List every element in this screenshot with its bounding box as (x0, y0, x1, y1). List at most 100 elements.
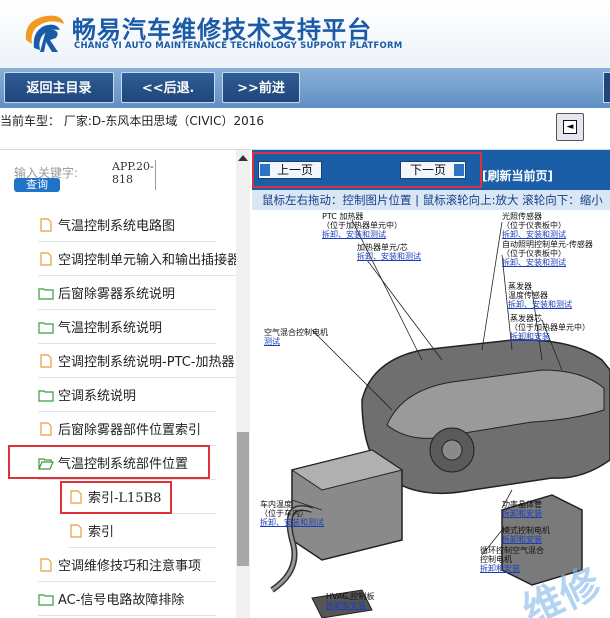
callout-sub: （位于加热器单元中） (322, 221, 402, 230)
tree-item-label: 后窗除雾器系统说明 (58, 287, 176, 302)
callout-title: 功率晶体管 (502, 500, 542, 509)
document-viewer: 上一页 下一页 [刷新当前页] 鼠标左右拖动：控制图片位置 | 鼠标滚轮向上:放… (252, 150, 610, 618)
folder-icon (38, 593, 54, 606)
callout-link[interactable]: 拆卸和安装 (480, 564, 544, 573)
app-subtitle: CHANG YI AUTO MAINTENANCE TECHNOLOGY SUP… (74, 41, 403, 51)
hint-bar: 鼠标左右拖动：控制图片位置 | 鼠标滚轮向上:放大 滚轮向下：缩小 (252, 190, 610, 210)
callout-link[interactable]: 拆卸、安装和测试 (322, 230, 402, 239)
callout-link[interactable]: 拆卸、安装和测试 (502, 258, 593, 267)
callout-link[interactable]: 拆卸和安装 (510, 332, 590, 341)
callout-cabin-temp[interactable]: 车内温度 （位于车内） 拆卸、安装和测试 (260, 500, 324, 527)
callout-title: 自动照明控制单元-传感器 (502, 240, 593, 249)
search-button[interactable]: 查询 (14, 178, 60, 192)
car-model-label: 当前车型： 厂家:D-东风本田思域（CIVIC）2016 (0, 114, 265, 128)
callout-sub: （位于仪表板中） (502, 221, 566, 230)
callout-heater-core[interactable]: 加热器单元/芯 拆卸、安装和测试 (357, 243, 421, 261)
toggle-button[interactable]: ◄ (556, 113, 584, 141)
callout-sub: 温度传感器 (508, 291, 548, 300)
callout-mode-motor[interactable]: 模式控制电机 拆卸和安装 (502, 526, 550, 544)
toggle-icon: ◄ (563, 120, 577, 134)
callout-title: 车内温度 (260, 500, 292, 509)
highlight-pager (252, 152, 482, 188)
callout-hvac-panel[interactable]: HVAC 控制板 拆卸和安装 (326, 592, 374, 610)
nav-bar: 返回主目录 <<后退. >>前进 (0, 68, 610, 108)
document-icon (40, 557, 52, 572)
callout-link[interactable]: 拆卸和安装 (502, 509, 542, 518)
tree-item-label: 气温控制系统电路图 (58, 219, 176, 234)
tree-item-label: 气温控制系统说明 (58, 321, 163, 336)
folder-icon (38, 287, 54, 300)
back-button[interactable]: <<后退. (121, 72, 215, 103)
logo-icon (25, 15, 64, 52)
callout-evaporator-core[interactable]: 蒸发器芯 （位于加热器单元中） 拆卸和安装 (510, 314, 590, 341)
tree-item[interactable]: 后窗除雾器部件位置索引 (38, 412, 216, 446)
callout-power-transistor[interactable]: 功率晶体管 拆卸和安装 (502, 500, 542, 518)
tree-item[interactable]: 空调维修技巧和注意事项 (38, 548, 216, 582)
callout-link[interactable]: 拆卸、安装和测试 (502, 230, 566, 239)
folder-icon (38, 321, 54, 334)
document-icon (40, 353, 52, 368)
callout-title: 模式控制电机 (502, 526, 550, 535)
tree-item-label: 空调控制系统说明-PTC-加热器 (58, 355, 235, 370)
tree-item[interactable]: 气温控制系统电路图 (38, 208, 216, 242)
callout-evaporator-sensor[interactable]: 蒸发器 温度传感器 拆卸、安装和测试 (508, 282, 572, 309)
viewer-toolbar: 上一页 下一页 [刷新当前页] (252, 150, 610, 190)
search-input[interactable]: APP.20-818 (112, 160, 156, 190)
callout-title: 循环控制空气混合 (480, 546, 544, 555)
callout-link[interactable]: 拆卸和安装 (326, 601, 374, 610)
tree-item-label: 后窗除雾器部件位置索引 (58, 423, 202, 438)
highlight-child-item (60, 481, 172, 514)
callout-title: 光照传感器 (502, 212, 542, 221)
callout-title: 空气混合控制电机 (264, 328, 328, 337)
home-button[interactable]: 返回主目录 (4, 72, 114, 103)
hvac-diagram[interactable]: 维修 PTC 加热器 （位于加热器单元中） 拆卸、安装和测试 加热器单元/芯 拆… (252, 210, 610, 618)
tree-item[interactable]: 气温控制系统说明 (38, 310, 216, 344)
document-icon (40, 217, 52, 232)
tree-item-label: 空调系统说明 (58, 389, 137, 404)
tree-item-label: 索引 (88, 525, 115, 540)
callout-sub: （位于仪表板中） (502, 249, 566, 258)
forward-button[interactable]: >>前进 (222, 72, 300, 103)
folder-icon (38, 389, 54, 402)
document-icon (40, 421, 52, 436)
app-header: 畅易汽车维修技术支持平台 CHANG YI AUTO MAINTENANCE T… (0, 0, 610, 68)
callout-link[interactable]: 拆卸和安装 (502, 535, 550, 544)
callout-sub: （位于车内） (260, 509, 308, 518)
highlight-selected-item (8, 445, 210, 479)
callout-link[interactable]: 拆卸、安装和测试 (260, 518, 324, 527)
callout-air-mix-motor[interactable]: 空气混合控制电机 测试 (264, 328, 328, 346)
tree-item-label: 空调维修技巧和注意事项 (58, 559, 202, 574)
callout-link[interactable]: 测试 (264, 337, 328, 346)
tree-item[interactable]: 后窗除雾器系统说明 (38, 276, 216, 310)
tree-item-child[interactable]: 索引 (68, 514, 216, 548)
nav-extra-button[interactable] (603, 72, 610, 103)
callout-sub: 控制电机 (480, 555, 512, 564)
scroll-up-icon[interactable] (238, 155, 248, 161)
callout-sub: （位于加热器单元中） (510, 323, 590, 332)
hvac-unit-illustration: 维修 (252, 210, 610, 618)
tree-item-label: 空调控制单元输入和输出插接器 (58, 253, 241, 268)
document-icon (40, 251, 52, 266)
callout-recirc-motor[interactable]: 循环控制空气混合 控制电机 拆卸和安装 (480, 546, 544, 573)
tree-item[interactable]: 空调控制单元输入和输出插接器 (38, 242, 240, 276)
callout-auto-light-unit[interactable]: 自动照明控制单元-传感器 （位于仪表板中） 拆卸、安装和测试 (502, 240, 593, 267)
document-icon (70, 523, 82, 538)
tree-item[interactable]: AC-信号电路故障排除 (38, 582, 216, 616)
callout-title: HVAC 控制板 (326, 592, 375, 601)
callout-link[interactable]: 拆卸、安装和测试 (357, 252, 421, 261)
tree-item[interactable]: 空调系统说明 (38, 378, 216, 412)
tree-item[interactable]: 空调控制系统说明-PTC-加热器 (38, 344, 236, 378)
tree-item-label: AC-信号电路故障排除 (58, 593, 185, 608)
callout-ptc-heater[interactable]: PTC 加热器 （位于加热器单元中） 拆卸、安装和测试 (322, 212, 402, 239)
callout-light-sensor[interactable]: 光照传感器 （位于仪表板中） 拆卸、安装和测试 (502, 212, 566, 239)
callout-title: 蒸发器芯 (510, 314, 542, 323)
callout-title: 蒸发器 (508, 282, 532, 291)
callout-title: PTC 加热器 (322, 212, 364, 221)
car-model-bar: 当前车型： 厂家:D-东风本田思域（CIVIC）2016 ◄ (0, 108, 610, 150)
scroll-thumb[interactable] (237, 432, 249, 566)
callout-title: 加热器单元/芯 (357, 243, 408, 252)
refresh-link[interactable]: [刷新当前页] (482, 167, 553, 184)
app-title: 畅易汽车维修技术支持平台 (72, 16, 372, 44)
callout-link[interactable]: 拆卸、安装和测试 (508, 300, 572, 309)
sidebar: 输入关键字: APP.20-818 查询 气温控制系统电路图 空调控制单元输入和… (0, 150, 252, 618)
